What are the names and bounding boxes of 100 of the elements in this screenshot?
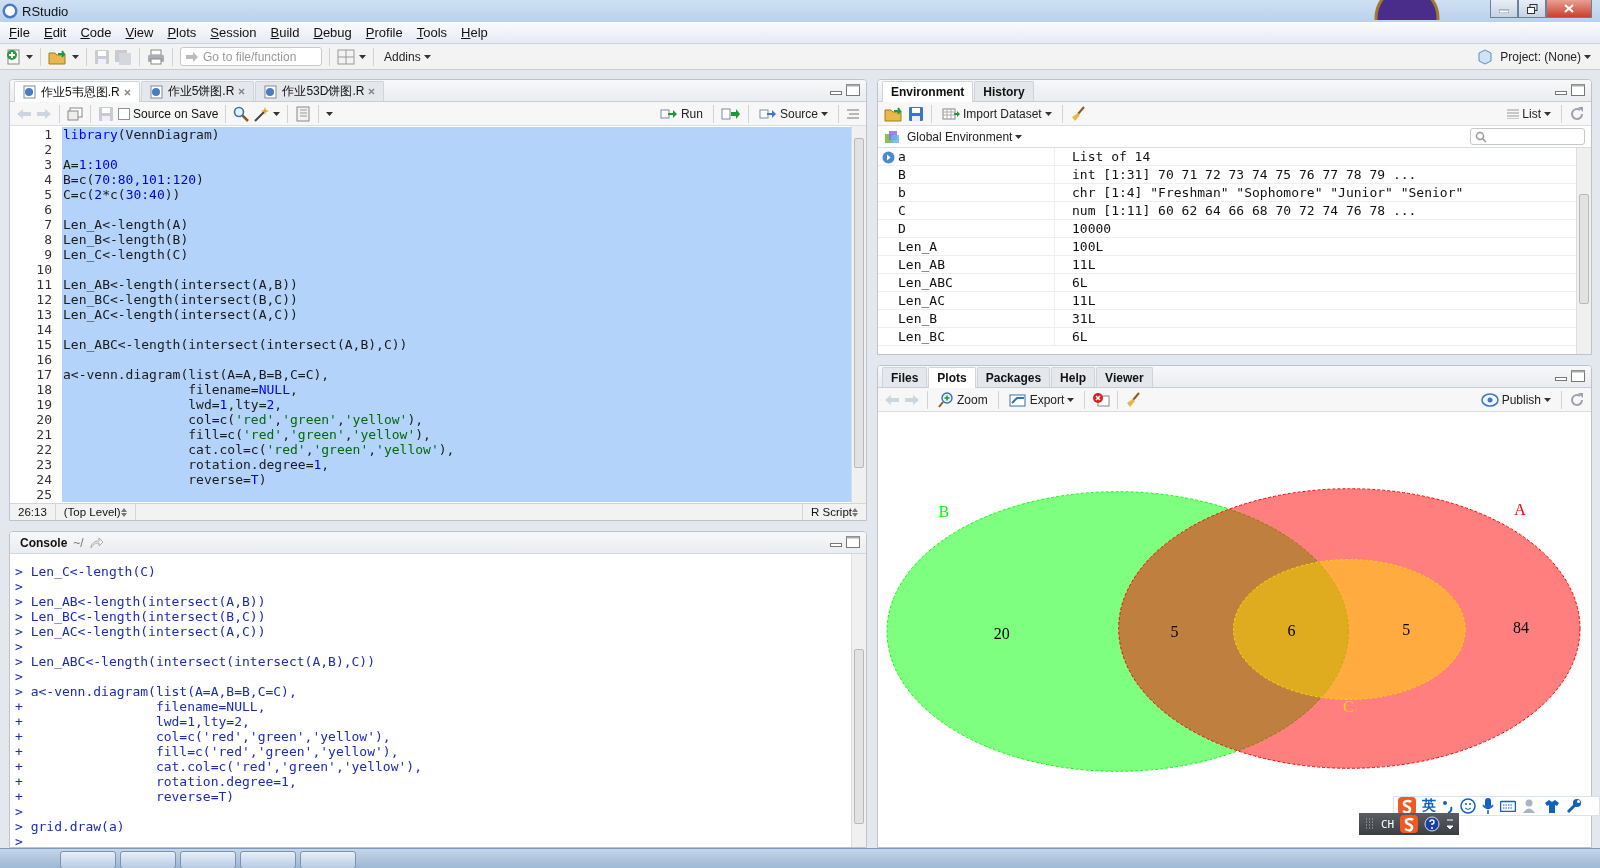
- close-button[interactable]: [1546, 0, 1592, 18]
- go-to-file-field[interactable]: Go to file/function: [180, 47, 322, 66]
- tab[interactable]: 作业5饼图.R: [140, 81, 255, 101]
- menu-item[interactable]: Edit: [36, 25, 74, 40]
- microphone-icon[interactable]: [1482, 798, 1494, 814]
- keyboard-icon[interactable]: [1500, 800, 1516, 812]
- tab[interactable]: History: [974, 81, 1034, 101]
- close-tab-icon[interactable]: [238, 88, 246, 95]
- caret-icon[interactable]: [26, 54, 33, 59]
- caret-icon[interactable]: [72, 54, 79, 59]
- open-folder-icon[interactable]: [884, 105, 904, 122]
- taskbar-button[interactable]: [300, 851, 356, 868]
- console-line: + col=c('red','green','yellow'),: [15, 729, 392, 744]
- menu-item[interactable]: View: [118, 25, 161, 40]
- scrollbar[interactable]: [851, 554, 866, 847]
- taskbar-button[interactable]: [120, 851, 176, 868]
- export-menu[interactable]: Export: [1005, 389, 1078, 410]
- menu-item[interactable]: Profile: [358, 25, 410, 40]
- project-icon[interactable]: [1477, 48, 1494, 65]
- menu-item[interactable]: Plots: [160, 25, 204, 40]
- caret-icon[interactable]: [423, 54, 431, 59]
- magic-wand-icon[interactable]: [253, 105, 270, 122]
- caret-icon[interactable]: [1067, 397, 1075, 402]
- new-file-icon[interactable]: [6, 48, 22, 65]
- close-tab-icon[interactable]: [368, 88, 376, 95]
- close-tab-icon[interactable]: [123, 88, 131, 96]
- tab[interactable]: Viewer: [1096, 367, 1153, 387]
- tab[interactable]: Packages: [976, 367, 1051, 387]
- refresh-icon[interactable]: [1569, 105, 1585, 122]
- taskbar-button[interactable]: [180, 851, 236, 868]
- publish-icon: [1480, 392, 1499, 407]
- console-line: > Len_C<-length(C): [15, 564, 157, 579]
- tab[interactable]: 作业53D饼图.R: [255, 81, 385, 101]
- file-type-selector[interactable]: R Script: [802, 504, 866, 520]
- search-icon[interactable]: [233, 105, 250, 122]
- menu-item[interactable]: Tools: [409, 25, 455, 40]
- zoom-button[interactable]: Zoom: [935, 389, 991, 410]
- show-in-window-icon[interactable]: [67, 106, 83, 121]
- input-language[interactable]: 英: [1422, 797, 1436, 815]
- emoji-icon[interactable]: [1460, 798, 1476, 814]
- remove-plot-icon[interactable]: [1092, 391, 1111, 408]
- menu-item[interactable]: Code: [73, 25, 119, 40]
- broom-icon[interactable]: [1069, 105, 1086, 122]
- maximize-pane-icon[interactable]: [846, 84, 860, 96]
- scrollbar[interactable]: [1576, 148, 1591, 354]
- caret-icon[interactable]: [1544, 111, 1551, 116]
- scrollbar[interactable]: [851, 126, 866, 503]
- tab[interactable]: Files: [882, 367, 928, 387]
- run-button[interactable]: Run: [656, 103, 706, 124]
- variable-name: b: [898, 185, 906, 200]
- punctuation-icon[interactable]: [1442, 799, 1454, 813]
- options-caret-icon[interactable]: [1446, 818, 1455, 830]
- maximize-pane-icon[interactable]: [1571, 84, 1585, 96]
- caret-icon[interactable]: [273, 111, 281, 116]
- maximize-pane-icon[interactable]: [1571, 370, 1585, 382]
- caret-icon[interactable]: [1015, 134, 1023, 139]
- checkbox[interactable]: [118, 107, 130, 120]
- menu-item[interactable]: Session: [203, 25, 264, 40]
- broom-icon[interactable]: [1125, 391, 1142, 408]
- restore-button[interactable]: [1518, 0, 1546, 18]
- input-mode[interactable]: CH: [1381, 817, 1395, 831]
- view-mode-menu[interactable]: List: [1504, 103, 1554, 124]
- environment-selector[interactable]: Global Environment: [904, 126, 1026, 147]
- menu-item[interactable]: File: [2, 25, 37, 40]
- menu-item[interactable]: Help: [454, 25, 495, 40]
- save-icon[interactable]: [908, 105, 924, 122]
- search-icon: [1475, 130, 1487, 143]
- line-number: 19: [36, 397, 52, 412]
- publish-menu[interactable]: Publish: [1477, 389, 1554, 410]
- search-field[interactable]: [1470, 128, 1585, 145]
- drag-handle-icon[interactable]: [1365, 818, 1375, 830]
- caret-icon[interactable]: [1544, 397, 1551, 402]
- shirt-icon[interactable]: [1544, 799, 1560, 813]
- region-count: 84: [1513, 619, 1530, 637]
- caret-icon[interactable]: [326, 111, 334, 116]
- caret-icon[interactable]: [1584, 54, 1591, 59]
- print-icon[interactable]: [147, 48, 165, 65]
- expand-icon[interactable]: [882, 151, 895, 164]
- wrench-icon[interactable]: [1566, 798, 1582, 814]
- scope-selector[interactable]: (Top Level): [55, 504, 136, 520]
- source-button[interactable]: Source: [755, 103, 831, 124]
- taskbar-button[interactable]: [60, 851, 116, 868]
- rerun-icon[interactable]: [720, 106, 741, 121]
- variable-value: 31L: [1071, 311, 1096, 326]
- maximize-pane-icon[interactable]: [846, 536, 860, 548]
- import-dataset-button[interactable]: Import Dataset: [939, 103, 1055, 124]
- tab[interactable]: 作业5韦恩图.R: [14, 81, 140, 102]
- tab[interactable]: Environment: [882, 81, 974, 102]
- tab[interactable]: Help: [1051, 367, 1096, 387]
- menu-item[interactable]: Debug: [306, 25, 359, 40]
- help-icon[interactable]: [1424, 816, 1441, 832]
- caret-icon[interactable]: [821, 111, 828, 116]
- project-menu[interactable]: Project: (None): [1497, 46, 1594, 67]
- menu-item[interactable]: Build: [263, 25, 307, 40]
- addins-menu[interactable]: Addins: [381, 46, 434, 67]
- caret-icon[interactable]: [359, 54, 366, 59]
- taskbar-button[interactable]: [240, 851, 296, 868]
- caret-icon[interactable]: [1044, 111, 1052, 116]
- tab[interactable]: Plots: [928, 367, 976, 388]
- refresh-icon[interactable]: [1569, 391, 1585, 408]
